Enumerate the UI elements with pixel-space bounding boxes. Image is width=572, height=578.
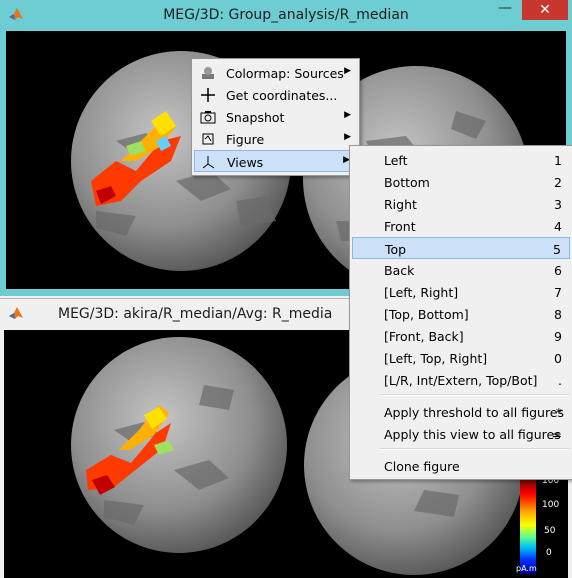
menu-item-get-coordinates[interactable]: Get coordinates... xyxy=(194,84,357,106)
view-shortcut: 4 xyxy=(554,219,562,234)
view-shortcut: 9 xyxy=(554,329,562,344)
colorbar-tick-100: 100 xyxy=(542,500,560,510)
colorbar-tick-50: 50 xyxy=(544,526,556,536)
view-left-top-right[interactable]: [Left, Top, Right] 0 xyxy=(352,347,570,369)
menu-item-figure[interactable]: Figure ▶ xyxy=(194,128,357,150)
view-shortcut: 0 xyxy=(554,351,562,366)
view-label: Front xyxy=(384,219,416,234)
view-shortcut: 5 xyxy=(553,242,561,257)
view-label: Bottom xyxy=(384,175,430,190)
minimize-button[interactable]: — xyxy=(492,0,518,20)
menu-item-label: Colormap: Sources xyxy=(226,66,344,81)
submenu-arrow-icon: ▶ xyxy=(344,132,351,142)
menu-separator xyxy=(380,394,570,396)
colorbar-tick-0: 0 xyxy=(546,548,552,558)
left-hemisphere xyxy=(71,337,287,553)
view-lr-int-extern-top-bot[interactable]: [L/R, Int/Extern, Top/Bot] . xyxy=(352,369,570,391)
submenu-arrow-icon: ▶ xyxy=(344,110,351,120)
view-label: Right xyxy=(384,197,417,212)
view-label: Apply this view to all figures xyxy=(384,427,561,442)
view-label: Back xyxy=(384,263,415,278)
menu-item-label: Views xyxy=(227,155,264,170)
view-front[interactable]: Front 4 xyxy=(352,215,570,237)
view-left-right[interactable]: [Left, Right] 7 xyxy=(352,281,570,303)
menu-item-label: Get coordinates... xyxy=(226,88,338,103)
clone-figure[interactable]: Clone figure xyxy=(352,455,570,477)
view-label: Apply threshold to all figures xyxy=(384,405,565,420)
window-1-title: MEG/3D: Group_analysis/R_median xyxy=(163,7,409,23)
view-shortcut: 1 xyxy=(554,153,562,168)
view-label: Top xyxy=(385,242,407,257)
menu-item-views[interactable]: Views ▶ xyxy=(194,150,357,172)
menu-separator xyxy=(380,448,570,450)
crosshair-icon xyxy=(201,88,215,102)
menu-item-snapshot[interactable]: Snapshot ▶ xyxy=(194,106,357,128)
view-shortcut: 3 xyxy=(554,197,562,212)
view-shortcut: * xyxy=(555,405,562,420)
window-2-title: MEG/3D: akira/R_median/Avg: R_media xyxy=(58,306,333,322)
view-shortcut: 8 xyxy=(554,307,562,322)
colorbar xyxy=(520,480,536,574)
view-back[interactable]: Back 6 xyxy=(352,259,570,281)
view-left[interactable]: Left 1 xyxy=(352,149,570,171)
view-bottom[interactable]: Bottom 2 xyxy=(352,171,570,193)
views-submenu: Left 1 Bottom 2 Right 3 Front 4 Top 5 Ba… xyxy=(349,145,572,480)
camera-icon xyxy=(200,111,216,124)
view-shortcut: 7 xyxy=(554,285,562,300)
view-right[interactable]: Right 3 xyxy=(352,193,570,215)
view-top[interactable]: Top 5 xyxy=(352,237,570,259)
view-label: [Left, Right] xyxy=(384,285,459,300)
view-label: [Front, Back] xyxy=(384,329,464,344)
window-1-titlebar[interactable]: MEG/3D: Group_analysis/R_median — ✕ xyxy=(0,0,572,30)
view-label: [Left, Top, Right] xyxy=(384,351,488,366)
view-shortcut: 6 xyxy=(554,263,562,278)
view-shortcut: . xyxy=(558,373,562,388)
view-label: Left xyxy=(384,153,408,168)
apply-view-all[interactable]: Apply this view to all figures = xyxy=(352,423,570,445)
colorbar-unit: pA.m xyxy=(516,564,537,573)
context-menu: Colormap: Sources ▶ Get coordinates... S… xyxy=(191,58,360,176)
view-shortcut: = xyxy=(551,427,562,442)
view-label: Clone figure xyxy=(384,459,460,474)
menu-item-label: Figure xyxy=(226,132,265,147)
figure-icon xyxy=(202,133,214,145)
close-button[interactable]: ✕ xyxy=(522,0,568,20)
view-label: [Top, Bottom] xyxy=(384,307,469,322)
menu-item-colormap[interactable]: Colormap: Sources ▶ xyxy=(194,62,357,84)
view-front-back[interactable]: [Front, Back] 9 xyxy=(352,325,570,347)
matlab-icon xyxy=(9,307,23,319)
apply-threshold-all[interactable]: Apply threshold to all figures * xyxy=(352,401,570,423)
view-top-bottom[interactable]: [Top, Bottom] 8 xyxy=(352,303,570,325)
menu-item-label: Snapshot xyxy=(226,110,285,125)
view-shortcut: 2 xyxy=(554,175,562,190)
axes-icon xyxy=(202,156,215,169)
submenu-arrow-icon: ▶ xyxy=(344,66,351,76)
colormap-icon xyxy=(202,67,214,79)
view-label: [L/R, Int/Extern, Top/Bot] xyxy=(384,373,538,388)
